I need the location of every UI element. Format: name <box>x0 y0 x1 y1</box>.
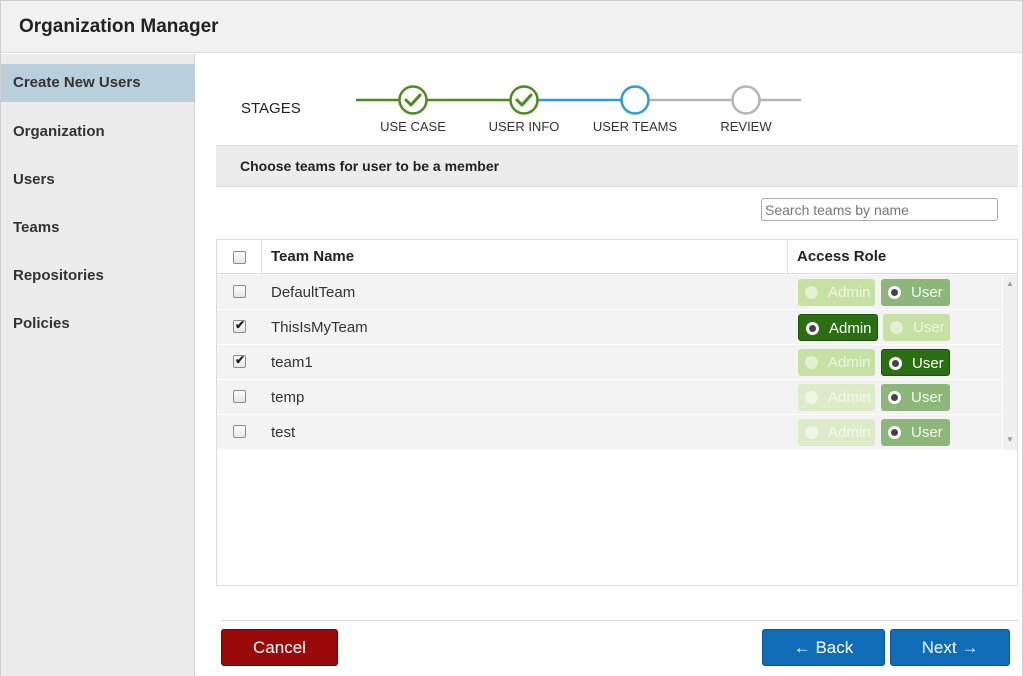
radio-selected-icon <box>806 322 819 335</box>
radio-icon <box>805 391 818 404</box>
stage-label-user-info: USER INFO <box>488 119 560 134</box>
section-title: Choose teams for user to be a member <box>240 158 500 174</box>
user-role-button[interactable]: User <box>883 314 950 341</box>
main-panel: STAGES USE CASE USER INFO USER TEAMS REV… <box>196 54 1022 676</box>
radio-selected-icon <box>888 286 901 299</box>
sidebar-item-teams[interactable]: Teams <box>1 209 195 247</box>
stage-review-circle-icon <box>731 85 761 115</box>
row-checkbox-checked[interactable]: ✔ <box>233 353 246 368</box>
stage-label-review: REVIEW <box>720 119 772 134</box>
section-header: Choose teams for user to be a member <box>216 145 1018 187</box>
table-scrollbar[interactable]: ▲ ▼ <box>1003 275 1017 450</box>
table-row: test Admin User <box>217 415 1002 450</box>
column-header-access-role: Access Role <box>797 248 887 265</box>
column-header-team-name: Team Name <box>271 248 355 265</box>
admin-role-button[interactable]: Admin <box>798 384 875 411</box>
radio-icon <box>805 356 818 369</box>
sidebar-item-users[interactable]: Users <box>1 161 195 199</box>
teams-table: Team Name Access Role DefaultTeam Admin … <box>216 239 1018 586</box>
sidebar-item-create-new-users[interactable]: Create New Users <box>1 64 195 102</box>
sidebar-item-repositories[interactable]: Repositories <box>1 257 195 295</box>
stage-progress <box>356 85 801 115</box>
user-role-button[interactable]: User <box>881 279 950 306</box>
table-row: ✔ team1 Admin User <box>217 345 1002 380</box>
row-checkbox-checked[interactable]: ✔ <box>233 318 246 333</box>
select-all-checkbox[interactable] <box>233 251 246 264</box>
radio-icon <box>805 286 818 299</box>
footer-divider <box>221 620 1018 621</box>
radio-selected-icon <box>888 426 901 439</box>
radio-icon <box>890 321 903 334</box>
radio-selected-icon <box>888 391 901 404</box>
table-row: DefaultTeam Admin User <box>217 275 1002 310</box>
admin-role-button[interactable]: Admin <box>798 419 875 446</box>
user-role-button[interactable]: User <box>881 419 950 446</box>
team-name: ThisIsMyTeam <box>271 319 368 336</box>
team-name: test <box>271 424 296 441</box>
scroll-down-arrow-icon[interactable]: ▼ <box>1006 435 1014 444</box>
admin-role-button[interactable]: Admin <box>798 279 875 306</box>
row-checkbox[interactable] <box>233 390 246 403</box>
sidebar-item-organization[interactable]: Organization <box>1 113 195 151</box>
sidebar-item-policies[interactable]: Policies <box>1 305 195 343</box>
team-name: team1 <box>271 354 313 371</box>
next-button[interactable]: Next → <box>890 629 1010 666</box>
team-name: DefaultTeam <box>271 284 356 301</box>
row-checkbox[interactable] <box>233 425 246 438</box>
table-header: Team Name Access Role <box>217 240 1017 274</box>
radio-icon <box>805 426 818 439</box>
stage-user-info-check-icon <box>509 85 539 115</box>
app-title: Organization Manager <box>19 16 219 37</box>
stage-use-case-check-icon <box>398 85 428 115</box>
scroll-up-arrow-icon[interactable]: ▲ <box>1006 279 1014 288</box>
admin-role-button[interactable]: Admin <box>798 314 878 341</box>
radio-selected-icon <box>889 357 902 370</box>
stage-label-use-case: USE CASE <box>380 119 446 134</box>
table-row: ✔ ThisIsMyTeam Admin User <box>217 310 1002 345</box>
stage-label-user-teams: USER TEAMS <box>592 119 678 134</box>
organization-manager-window: Organization Manager Create New Users Or… <box>0 0 1023 676</box>
row-checkbox[interactable] <box>233 285 246 298</box>
user-role-button[interactable]: User <box>881 349 950 376</box>
stage-user-teams-circle-icon <box>620 85 650 115</box>
sidebar: Create New Users Organization Users Team… <box>1 54 195 676</box>
admin-role-button[interactable]: Admin <box>798 349 875 376</box>
team-name: temp <box>271 389 305 406</box>
back-button[interactable]: ← Back <box>762 629 885 666</box>
title-bar: Organization Manager <box>1 1 1022 53</box>
cancel-button[interactable]: Cancel <box>221 629 338 666</box>
user-role-button[interactable]: User <box>881 384 950 411</box>
search-teams-input[interactable] <box>761 198 998 221</box>
stages-label: STAGES <box>241 100 301 117</box>
table-row: temp Admin User <box>217 380 1002 415</box>
